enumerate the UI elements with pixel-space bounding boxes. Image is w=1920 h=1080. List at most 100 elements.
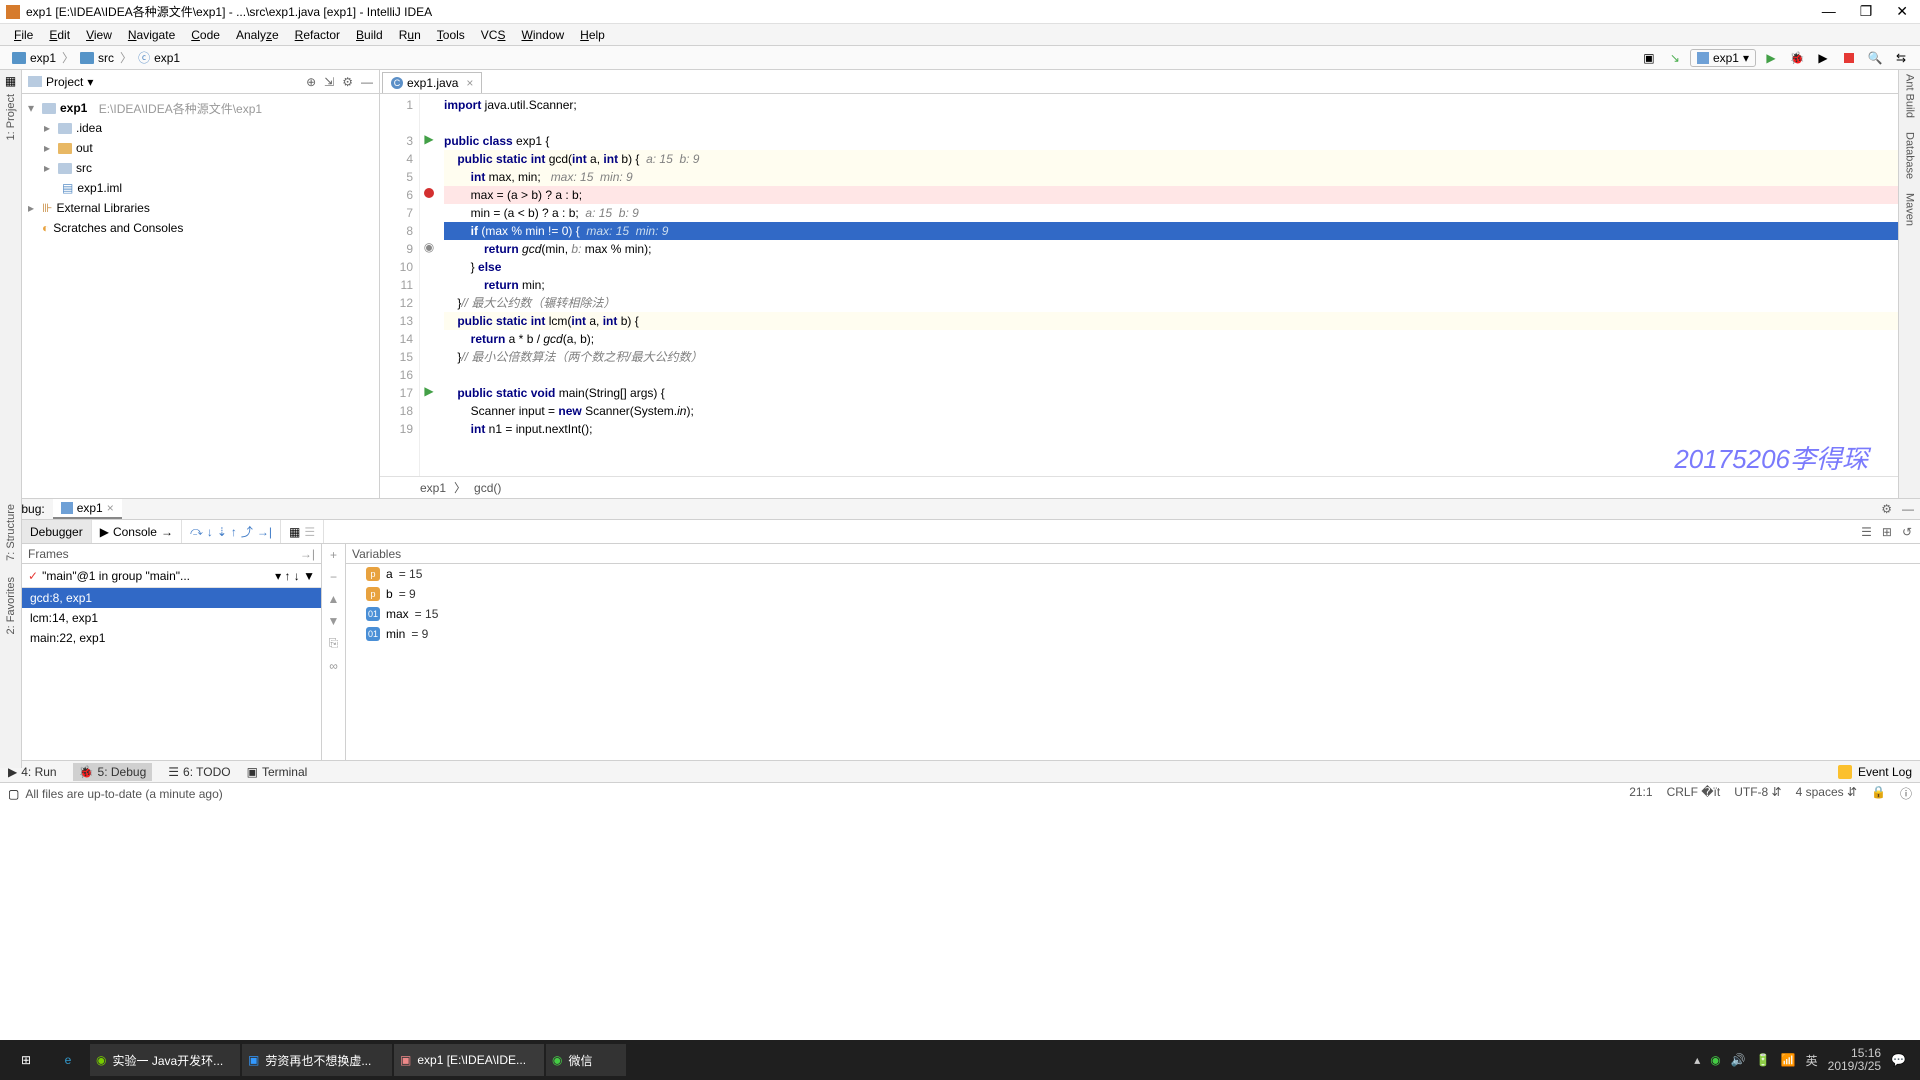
drop-frame-icon[interactable]: ⤴	[241, 523, 253, 540]
task-idea[interactable]: ▣exp1 [E:\IDEA\IDE...	[394, 1044, 544, 1076]
menu-analyze[interactable]: Analyze	[230, 26, 285, 44]
layout-icon[interactable]: ☰	[1861, 525, 1872, 539]
project-tool-icon[interactable]: ▦	[5, 74, 16, 88]
tree-scratch[interactable]: Scratches and Consoles	[53, 221, 183, 235]
tool-todo[interactable]: ☰ 6: TODO	[168, 765, 230, 779]
link-icon[interactable]: ∞	[329, 659, 338, 673]
breadcrumb-exp1[interactable]: exp1	[8, 51, 60, 65]
sidebar-project[interactable]: 1: Project	[5, 94, 17, 140]
var-min[interactable]: 01min= 9	[346, 624, 1920, 644]
breadcrumb-src[interactable]: src	[76, 51, 118, 65]
tool-terminal[interactable]: ▣ Terminal	[247, 765, 308, 779]
sidebar-ant[interactable]: Ant Build	[1904, 74, 1916, 118]
indent[interactable]: 4 spaces ⇵	[1796, 785, 1857, 802]
trace-icon[interactable]: ☰	[304, 525, 315, 539]
tree-iml[interactable]: exp1.iml	[77, 181, 122, 195]
tray-wifi-icon[interactable]: 📶	[1781, 1053, 1796, 1067]
frame-gcd[interactable]: gcd:8, exp1	[22, 588, 321, 608]
coverage-icon[interactable]: ▶	[1812, 48, 1834, 68]
code-crumb-method[interactable]: gcd()	[474, 481, 501, 495]
gutter-run-icon[interactable]: ▶	[420, 130, 438, 148]
tray-batt-icon[interactable]: 🔋	[1756, 1053, 1771, 1067]
debug-icon[interactable]: 🐞	[1786, 48, 1808, 68]
lock-icon[interactable]: 🔒	[1871, 785, 1886, 802]
copy-icon[interactable]: ⎘	[329, 636, 339, 651]
run-to-cursor-icon[interactable]: →|	[257, 525, 272, 539]
tool-debug[interactable]: 🐞 5: Debug	[73, 763, 153, 781]
tray-vol-icon[interactable]: 🔊	[1731, 1053, 1746, 1067]
notifications-icon[interactable]: 💬	[1891, 1053, 1906, 1067]
step-into-icon[interactable]: ↓	[207, 525, 213, 539]
menu-file[interactable]: File	[8, 26, 39, 44]
minimize-icon[interactable]: —	[1822, 3, 1836, 20]
force-step-icon[interactable]: ⇣	[217, 525, 227, 539]
code-crumb-class[interactable]: exp1	[420, 481, 446, 495]
collapse-icon[interactable]: ⇲	[324, 75, 334, 89]
breadcrumb-file[interactable]: ⓒexp1	[134, 49, 184, 66]
clock[interactable]: 15:162019/3/25	[1828, 1047, 1881, 1073]
code-area[interactable]: import java.util.Scanner; public class e…	[438, 94, 1898, 476]
close-tab-icon[interactable]: ×	[466, 76, 473, 90]
task-browser[interactable]: ◉实验一 Java开发环...	[90, 1044, 240, 1076]
menu-edit[interactable]: Edit	[43, 26, 76, 44]
add-watch-icon[interactable]: +	[330, 548, 337, 562]
pin-icon[interactable]: ⊞	[1882, 525, 1892, 539]
tree-src[interactable]: src	[76, 161, 92, 175]
debug-session-tab[interactable]: exp1×	[53, 499, 122, 519]
hide-icon[interactable]: —	[361, 75, 373, 89]
var-max[interactable]: 01max= 15	[346, 604, 1920, 624]
menu-window[interactable]: Window	[515, 26, 570, 44]
maximize-icon[interactable]: ❐	[1860, 3, 1873, 20]
tray-icon[interactable]: ▴	[1694, 1053, 1700, 1067]
var-b[interactable]: pb= 9	[346, 584, 1920, 604]
debug-gear-icon[interactable]: ⚙	[1881, 502, 1892, 516]
target-icon[interactable]: ⊕	[306, 75, 316, 89]
menu-build[interactable]: Build	[350, 26, 389, 44]
console-tab[interactable]: ▶ Console →	[92, 520, 182, 543]
evaluate-icon[interactable]: ▦	[289, 525, 300, 539]
tray-net-icon[interactable]: ◉	[1710, 1053, 1720, 1067]
menu-navigate[interactable]: Navigate	[122, 26, 181, 44]
menu-help[interactable]: Help	[574, 26, 611, 44]
debugger-tab[interactable]: Debugger	[22, 520, 92, 543]
menu-vcs[interactable]: VCS	[475, 26, 512, 44]
menu-tools[interactable]: Tools	[431, 26, 471, 44]
gutter-run-main-icon[interactable]: ▶	[420, 382, 438, 400]
remove-watch-icon[interactable]: −	[330, 570, 337, 584]
menu-code[interactable]: Code	[185, 26, 226, 44]
run-config-select[interactable]: exp1 ▾	[1690, 49, 1756, 67]
stop-icon[interactable]	[1838, 48, 1860, 68]
close-icon[interactable]: ✕	[1896, 3, 1908, 20]
debug-hide-icon[interactable]: —	[1902, 502, 1914, 516]
task-wechat[interactable]: ◉微信	[546, 1044, 626, 1076]
sidebar-maven[interactable]: Maven	[1904, 193, 1916, 226]
var-a[interactable]: pa= 15	[346, 564, 1920, 584]
down-icon[interactable]: ▼	[328, 614, 340, 628]
edge-icon[interactable]: e	[48, 1044, 88, 1076]
search-icon[interactable]: 🔍	[1864, 48, 1886, 68]
step-over-icon[interactable]: ⤼	[190, 524, 203, 539]
eol[interactable]: CRLF �ït	[1667, 785, 1721, 802]
event-log[interactable]: Event Log	[1858, 765, 1912, 779]
thread-select[interactable]: ✓"main"@1 in group "main"...▾ ↑ ↓ ▼	[22, 564, 321, 588]
sidebar-database[interactable]: Database	[1904, 132, 1916, 179]
ime[interactable]: 英	[1806, 1052, 1818, 1069]
menu-view[interactable]: View	[80, 26, 118, 44]
tree-root[interactable]: exp1	[60, 101, 87, 115]
build-icon[interactable]: ▣	[1638, 48, 1660, 68]
run-icon[interactable]: ▶	[1760, 48, 1782, 68]
gear-icon[interactable]: ⚙	[342, 75, 353, 89]
tree-idea[interactable]: .idea	[76, 121, 102, 135]
up-icon[interactable]: ▲	[328, 592, 340, 606]
sidebar-structure[interactable]: 7: Structure	[5, 504, 17, 561]
tab-exp1[interactable]: Cexp1.java×	[382, 72, 482, 93]
frame-lcm[interactable]: lcm:14, exp1	[22, 608, 321, 628]
frame-main[interactable]: main:22, exp1	[22, 628, 321, 648]
toggle-icon[interactable]: ⇆	[1890, 48, 1912, 68]
status-icon[interactable]: ▢	[8, 787, 19, 801]
restore-icon[interactable]: ↺	[1902, 525, 1912, 539]
breakpoint-icon[interactable]	[420, 184, 438, 202]
encoding[interactable]: UTF-8 ⇵	[1734, 785, 1781, 802]
task-vm[interactable]: ▣劳资再也不想换虚...	[242, 1044, 392, 1076]
menu-refactor[interactable]: Refactor	[289, 26, 346, 44]
